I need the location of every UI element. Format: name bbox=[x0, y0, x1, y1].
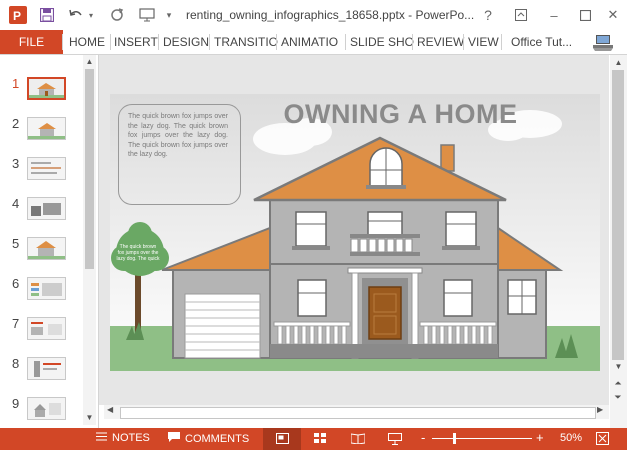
tab-view[interactable]: VIEW bbox=[468, 35, 499, 49]
thumbnail-number: 7 bbox=[12, 316, 20, 331]
slideshow-start-icon[interactable] bbox=[137, 5, 157, 25]
thumbnail-number: 5 bbox=[12, 236, 20, 251]
tree-caption[interactable]: The quick brown fox jumps over the lazy … bbox=[116, 244, 160, 262]
notes-button[interactable]: NOTES bbox=[96, 432, 150, 444]
maximize-icon[interactable] bbox=[576, 5, 594, 25]
customize-toolbar-icon[interactable]: ▾ bbox=[163, 5, 175, 25]
tab-insert[interactable]: INSERT bbox=[114, 35, 158, 49]
slide-thumbnail-6[interactable] bbox=[27, 277, 66, 300]
slide-title[interactable]: OWNING A HOME bbox=[268, 99, 533, 130]
scroll-down-icon[interactable]: ▼ bbox=[84, 413, 95, 423]
status-bar: NOTES COMMENTS - + 50% bbox=[0, 428, 627, 450]
separator bbox=[463, 34, 464, 50]
comment-icon bbox=[168, 432, 180, 445]
tab-review[interactable]: REVIEW bbox=[417, 35, 464, 49]
thumbnail-number: 8 bbox=[12, 356, 20, 371]
separator bbox=[62, 34, 63, 50]
slide-sorter-icon[interactable] bbox=[314, 433, 327, 447]
slide-thumbnail-7[interactable] bbox=[27, 317, 66, 340]
scroll-left-icon[interactable]: ◀ bbox=[107, 405, 117, 414]
slide-thumbnail-9[interactable] bbox=[27, 397, 66, 420]
minimize-button[interactable]: – bbox=[545, 5, 563, 25]
thumbnail-number: 2 bbox=[12, 116, 20, 131]
tab-animations[interactable]: ANIMATIO bbox=[281, 35, 338, 49]
scroll-up-icon[interactable]: ▲ bbox=[84, 57, 95, 67]
tab-design[interactable]: DESIGN bbox=[163, 35, 209, 49]
bubble-text[interactable]: The quick brown fox jumps over the lazy … bbox=[128, 112, 228, 160]
separator bbox=[158, 34, 159, 50]
reading-view-icon[interactable] bbox=[350, 433, 366, 447]
tab-transitions[interactable]: TRANSITIO bbox=[214, 35, 278, 49]
help-button[interactable]: ? bbox=[480, 5, 496, 25]
comments-button[interactable]: COMMENTS bbox=[168, 432, 249, 445]
slide-thumbnail-5[interactable] bbox=[27, 237, 66, 260]
svg-text:P: P bbox=[13, 9, 21, 23]
thumbnail-scrollbar-thumb[interactable] bbox=[85, 69, 94, 269]
separator bbox=[412, 34, 413, 50]
thumbnail-number: 4 bbox=[12, 196, 20, 211]
zoom-out-button[interactable]: - bbox=[421, 430, 425, 445]
notes-icon bbox=[96, 432, 107, 444]
separator bbox=[501, 34, 502, 50]
scroll-up-icon[interactable]: ▲ bbox=[613, 58, 624, 67]
undo-icon[interactable] bbox=[66, 5, 86, 25]
zoom-slider[interactable] bbox=[432, 438, 532, 439]
normal-view-icon bbox=[276, 433, 289, 444]
repeat-icon[interactable] bbox=[108, 5, 126, 25]
normal-view-button[interactable] bbox=[263, 428, 301, 450]
tab-slideshow[interactable]: SLIDE SHO bbox=[350, 35, 414, 49]
zoom-slider-handle[interactable] bbox=[453, 433, 456, 444]
close-button[interactable]: ✕ bbox=[604, 5, 622, 25]
ribbon-tabs: FILE HOME INSERT DESIGN TRANSITIO ANIMAT… bbox=[0, 30, 627, 55]
comments-label: COMMENTS bbox=[185, 432, 250, 445]
scroll-right-icon[interactable]: ▶ bbox=[597, 405, 607, 414]
thumbnail-number: 9 bbox=[12, 396, 20, 411]
horizontal-scrollbar-thumb[interactable] bbox=[120, 407, 596, 419]
save-icon[interactable] bbox=[37, 5, 57, 25]
thumbnail-number: 1 bbox=[12, 76, 20, 91]
separator bbox=[276, 34, 277, 50]
next-slide-icon[interactable]: ⏷ bbox=[612, 393, 624, 402]
separator bbox=[209, 34, 210, 50]
powerpoint-logo-icon: P bbox=[8, 5, 28, 25]
slideshow-icon[interactable] bbox=[388, 433, 402, 448]
undo-dropdown-icon[interactable]: ▾ bbox=[86, 5, 96, 25]
user-avatar-icon[interactable] bbox=[592, 32, 614, 55]
thumbnail-number: 3 bbox=[12, 156, 20, 171]
slide-thumbnail-1[interactable] bbox=[27, 77, 66, 100]
file-tab[interactable]: FILE bbox=[0, 30, 63, 54]
slide-thumbnail-8[interactable] bbox=[27, 357, 66, 380]
thumbnail-number: 6 bbox=[12, 276, 20, 291]
slide-thumbnail-4[interactable] bbox=[27, 197, 66, 220]
slide-thumbnail-pane: 1 2 3 4 5 6 7 8 9 ▲ ▼ bbox=[0, 55, 99, 428]
ribbon-display-icon[interactable] bbox=[512, 5, 530, 25]
slide-thumbnail-3[interactable] bbox=[27, 157, 66, 180]
account-name[interactable]: Office Tut... bbox=[511, 35, 572, 49]
slide-thumbnail-2[interactable] bbox=[27, 117, 66, 140]
title-bar: P ▾ ▾ renting_owning_infographics_18658.… bbox=[0, 0, 627, 30]
tab-home[interactable]: HOME bbox=[69, 35, 105, 49]
document-title: renting_owning_infographics_18658.pptx -… bbox=[186, 8, 475, 22]
notes-label: NOTES bbox=[112, 432, 150, 444]
separator bbox=[345, 34, 346, 50]
previous-slide-icon[interactable]: ⏶ bbox=[612, 379, 624, 388]
zoom-level[interactable]: 50% bbox=[560, 432, 582, 444]
canvas-scrollbar-thumb[interactable] bbox=[612, 70, 624, 360]
zoom-in-button[interactable]: + bbox=[536, 430, 544, 445]
separator bbox=[110, 34, 111, 50]
scroll-down-icon[interactable]: ▼ bbox=[613, 362, 624, 371]
fit-to-window-icon[interactable] bbox=[596, 432, 609, 448]
